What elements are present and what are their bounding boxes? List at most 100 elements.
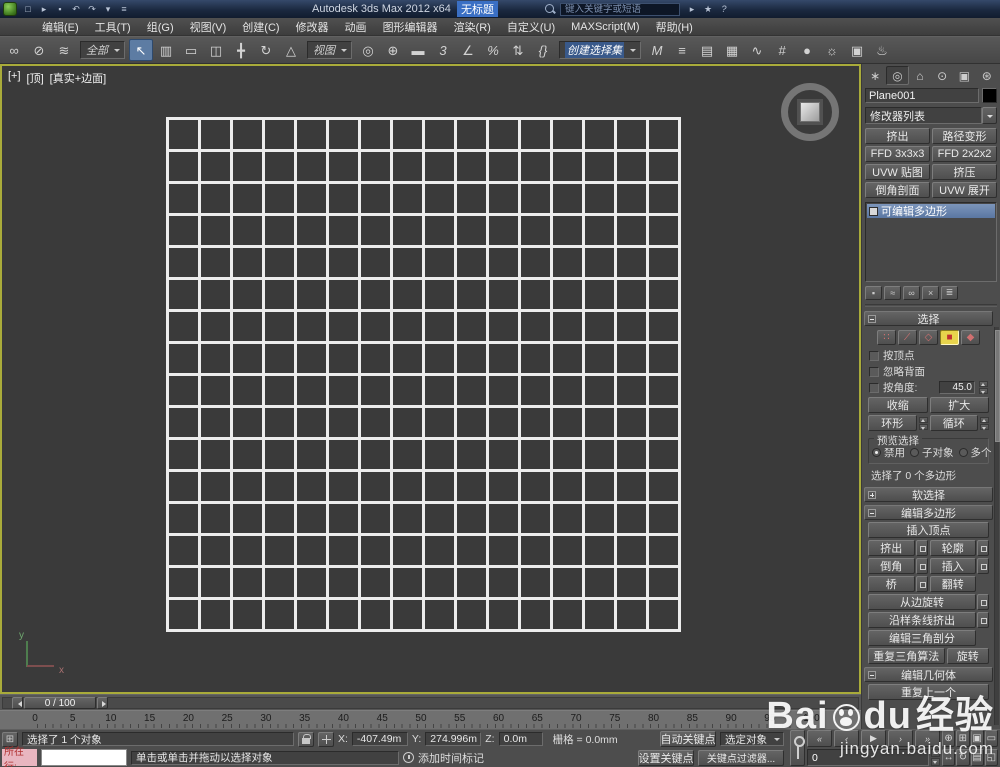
zoom-extents-all-icon[interactable]: ▤: [970, 748, 984, 766]
key-filters-button[interactable]: 关键点过滤器...: [698, 749, 784, 766]
macro-recorder-field[interactable]: 所在行:: [2, 747, 37, 767]
select-and-rotate-icon[interactable]: ↻: [254, 39, 278, 61]
play-animation-icon[interactable]: ▶: [861, 730, 886, 747]
pin-stack-icon[interactable]: ▪: [865, 285, 882, 300]
create-tab[interactable]: ∗: [864, 66, 886, 85]
edit-poly-button[interactable]: 轮廓: [929, 540, 976, 556]
search-input[interactable]: [560, 2, 680, 16]
unlink-selection-icon[interactable]: ⊘: [27, 39, 51, 61]
edit-poly-button[interactable]: 插入: [929, 558, 976, 574]
rollout-selection[interactable]: 选择: [864, 311, 993, 326]
next-frame-icon[interactable]: ›: [888, 730, 913, 747]
x-coordinate-field[interactable]: -407.49m: [351, 732, 408, 746]
plane-wireframe-object[interactable]: [166, 117, 681, 632]
ring-button[interactable]: 环形: [868, 415, 917, 431]
select-and-manipulate-icon[interactable]: ⊕: [381, 39, 405, 61]
ignore-backfacing-checkbox[interactable]: [869, 366, 879, 377]
stack-item-editable-poly[interactable]: 可编辑多边形: [867, 204, 995, 218]
polygon-subobject-icon[interactable]: ■: [940, 330, 959, 345]
utilities-tab[interactable]: ⊛: [976, 66, 998, 85]
menu-create[interactable]: 创建(C): [234, 18, 287, 35]
rectangular-region-icon[interactable]: ▭: [179, 39, 203, 61]
selection-lock-icon[interactable]: [298, 731, 314, 747]
material-editor-icon[interactable]: ●: [795, 39, 819, 61]
bind-to-space-warp-icon[interactable]: ≋: [52, 39, 76, 61]
ring-spinner[interactable]: [918, 416, 928, 430]
by-angle-checkbox[interactable]: [869, 382, 879, 393]
use-pivot-center-icon[interactable]: ◎: [356, 39, 380, 61]
edit-named-selections-icon[interactable]: {}: [531, 39, 555, 61]
edit-poly-wide-button[interactable]: 编辑三角剖分: [868, 630, 976, 646]
project-folder-icon[interactable]: ▾: [100, 2, 116, 16]
preview-option-radio[interactable]: 多个: [958, 445, 992, 460]
auto-key-button[interactable]: 自动关键点: [660, 731, 716, 747]
modify-tab[interactable]: ◎: [886, 66, 909, 85]
time-slider-handle[interactable]: 0 / 100: [24, 697, 96, 709]
settings-box-icon[interactable]: [915, 558, 928, 574]
qat-customize-icon[interactable]: ≡: [116, 2, 132, 16]
element-subobject-icon[interactable]: ◆: [961, 330, 980, 345]
select-and-scale-icon[interactable]: △: [279, 39, 303, 61]
object-name-field[interactable]: Plane001: [865, 88, 979, 103]
current-frame-field[interactable]: 0: [807, 749, 929, 766]
edit-poly-button[interactable]: 倒角: [868, 558, 915, 574]
previous-frame-icon[interactable]: ‹: [834, 730, 859, 747]
modifier-button[interactable]: UVW 展开: [932, 182, 997, 198]
configure-modifier-sets-icon[interactable]: ≣: [941, 285, 958, 300]
layer-manager-icon[interactable]: ▤: [695, 39, 719, 61]
go-to-end-icon[interactable]: »: [915, 730, 940, 747]
display-tab[interactable]: ▣: [953, 66, 975, 85]
previous-frame-arrow-icon[interactable]: [12, 697, 23, 709]
help-icon[interactable]: ?: [716, 2, 732, 16]
menu-animation[interactable]: 动画: [337, 18, 375, 35]
angle-value-field[interactable]: 45.0: [939, 381, 975, 394]
remove-modifier-icon[interactable]: ×: [922, 285, 939, 300]
grow-button[interactable]: 扩大: [929, 397, 989, 413]
percent-snap-icon[interactable]: %: [481, 39, 505, 61]
select-object-icon[interactable]: ↖: [129, 39, 153, 61]
by-vertex-checkbox[interactable]: [869, 350, 879, 361]
menu-modifiers[interactable]: 修改器: [288, 18, 337, 35]
modifier-button[interactable]: 挤压: [932, 164, 997, 180]
new-scene-icon[interactable]: □: [20, 2, 36, 16]
modifier-list-arrow-icon[interactable]: [982, 107, 997, 124]
modifier-list-dropdown[interactable]: 修改器列表: [865, 107, 997, 124]
edit-poly-button[interactable]: 重复三角算法: [868, 648, 945, 664]
hierarchy-tab[interactable]: ⌂: [909, 66, 931, 85]
modifier-button[interactable]: 倒角剖面: [865, 182, 930, 198]
align-icon[interactable]: ≡: [670, 39, 694, 61]
rollout-soft-selection[interactable]: 软选择: [864, 487, 993, 502]
loop-spinner[interactable]: [980, 416, 989, 430]
add-time-tag-button[interactable]: 添加时间标记: [418, 750, 484, 766]
modifier-button[interactable]: FFD 2x2x2: [932, 146, 997, 162]
orbit-icon[interactable]: ↻: [956, 748, 970, 766]
render-setup-icon[interactable]: ☼: [820, 39, 844, 61]
next-frame-arrow-icon[interactable]: [97, 697, 108, 709]
named-selection-set-dropdown[interactable]: 创建选择集: [559, 41, 641, 59]
viewcube-top-face[interactable]: [800, 102, 820, 122]
edit-poly-button[interactable]: 旋转: [946, 648, 989, 664]
motion-tab[interactable]: ⊙: [931, 66, 953, 85]
edit-poly-button[interactable]: 翻转: [929, 576, 976, 592]
menu-graph-editors[interactable]: 图形编辑器: [375, 18, 446, 35]
modifier-button[interactable]: UVW 贴图: [865, 164, 930, 180]
modifier-button[interactable]: 挤出: [865, 128, 930, 144]
timeline-ruler[interactable]: 0 5 10 15 20 25 30 35 40 45 50 55 60 65 …: [0, 710, 861, 729]
make-unique-icon[interactable]: ∞: [903, 285, 920, 300]
window-crossing-icon[interactable]: ◫: [204, 39, 228, 61]
vertex-subobject-icon[interactable]: ∷: [877, 330, 896, 345]
insert-vertex-button[interactable]: 插入顶点: [868, 522, 989, 538]
keyboard-override-icon[interactable]: ▬: [406, 39, 430, 61]
maximize-viewport-icon[interactable]: ◱: [984, 748, 998, 766]
object-color-swatch[interactable]: [982, 88, 997, 103]
settings-box-icon[interactable]: [977, 540, 989, 556]
time-slider-track[interactable]: [2, 697, 859, 709]
undo-icon[interactable]: ↶: [68, 2, 84, 16]
selection-filter-dropdown[interactable]: 全部: [80, 41, 125, 59]
save-file-icon[interactable]: ▪: [52, 2, 68, 16]
select-and-move-icon[interactable]: ╋: [229, 39, 253, 61]
menu-maxscript[interactable]: MAXScript(M): [563, 18, 647, 35]
set-keys-big-key-icon[interactable]: [790, 730, 805, 766]
settings-box-icon[interactable]: [915, 576, 928, 592]
modifier-stack[interactable]: 可编辑多边形: [865, 202, 997, 282]
